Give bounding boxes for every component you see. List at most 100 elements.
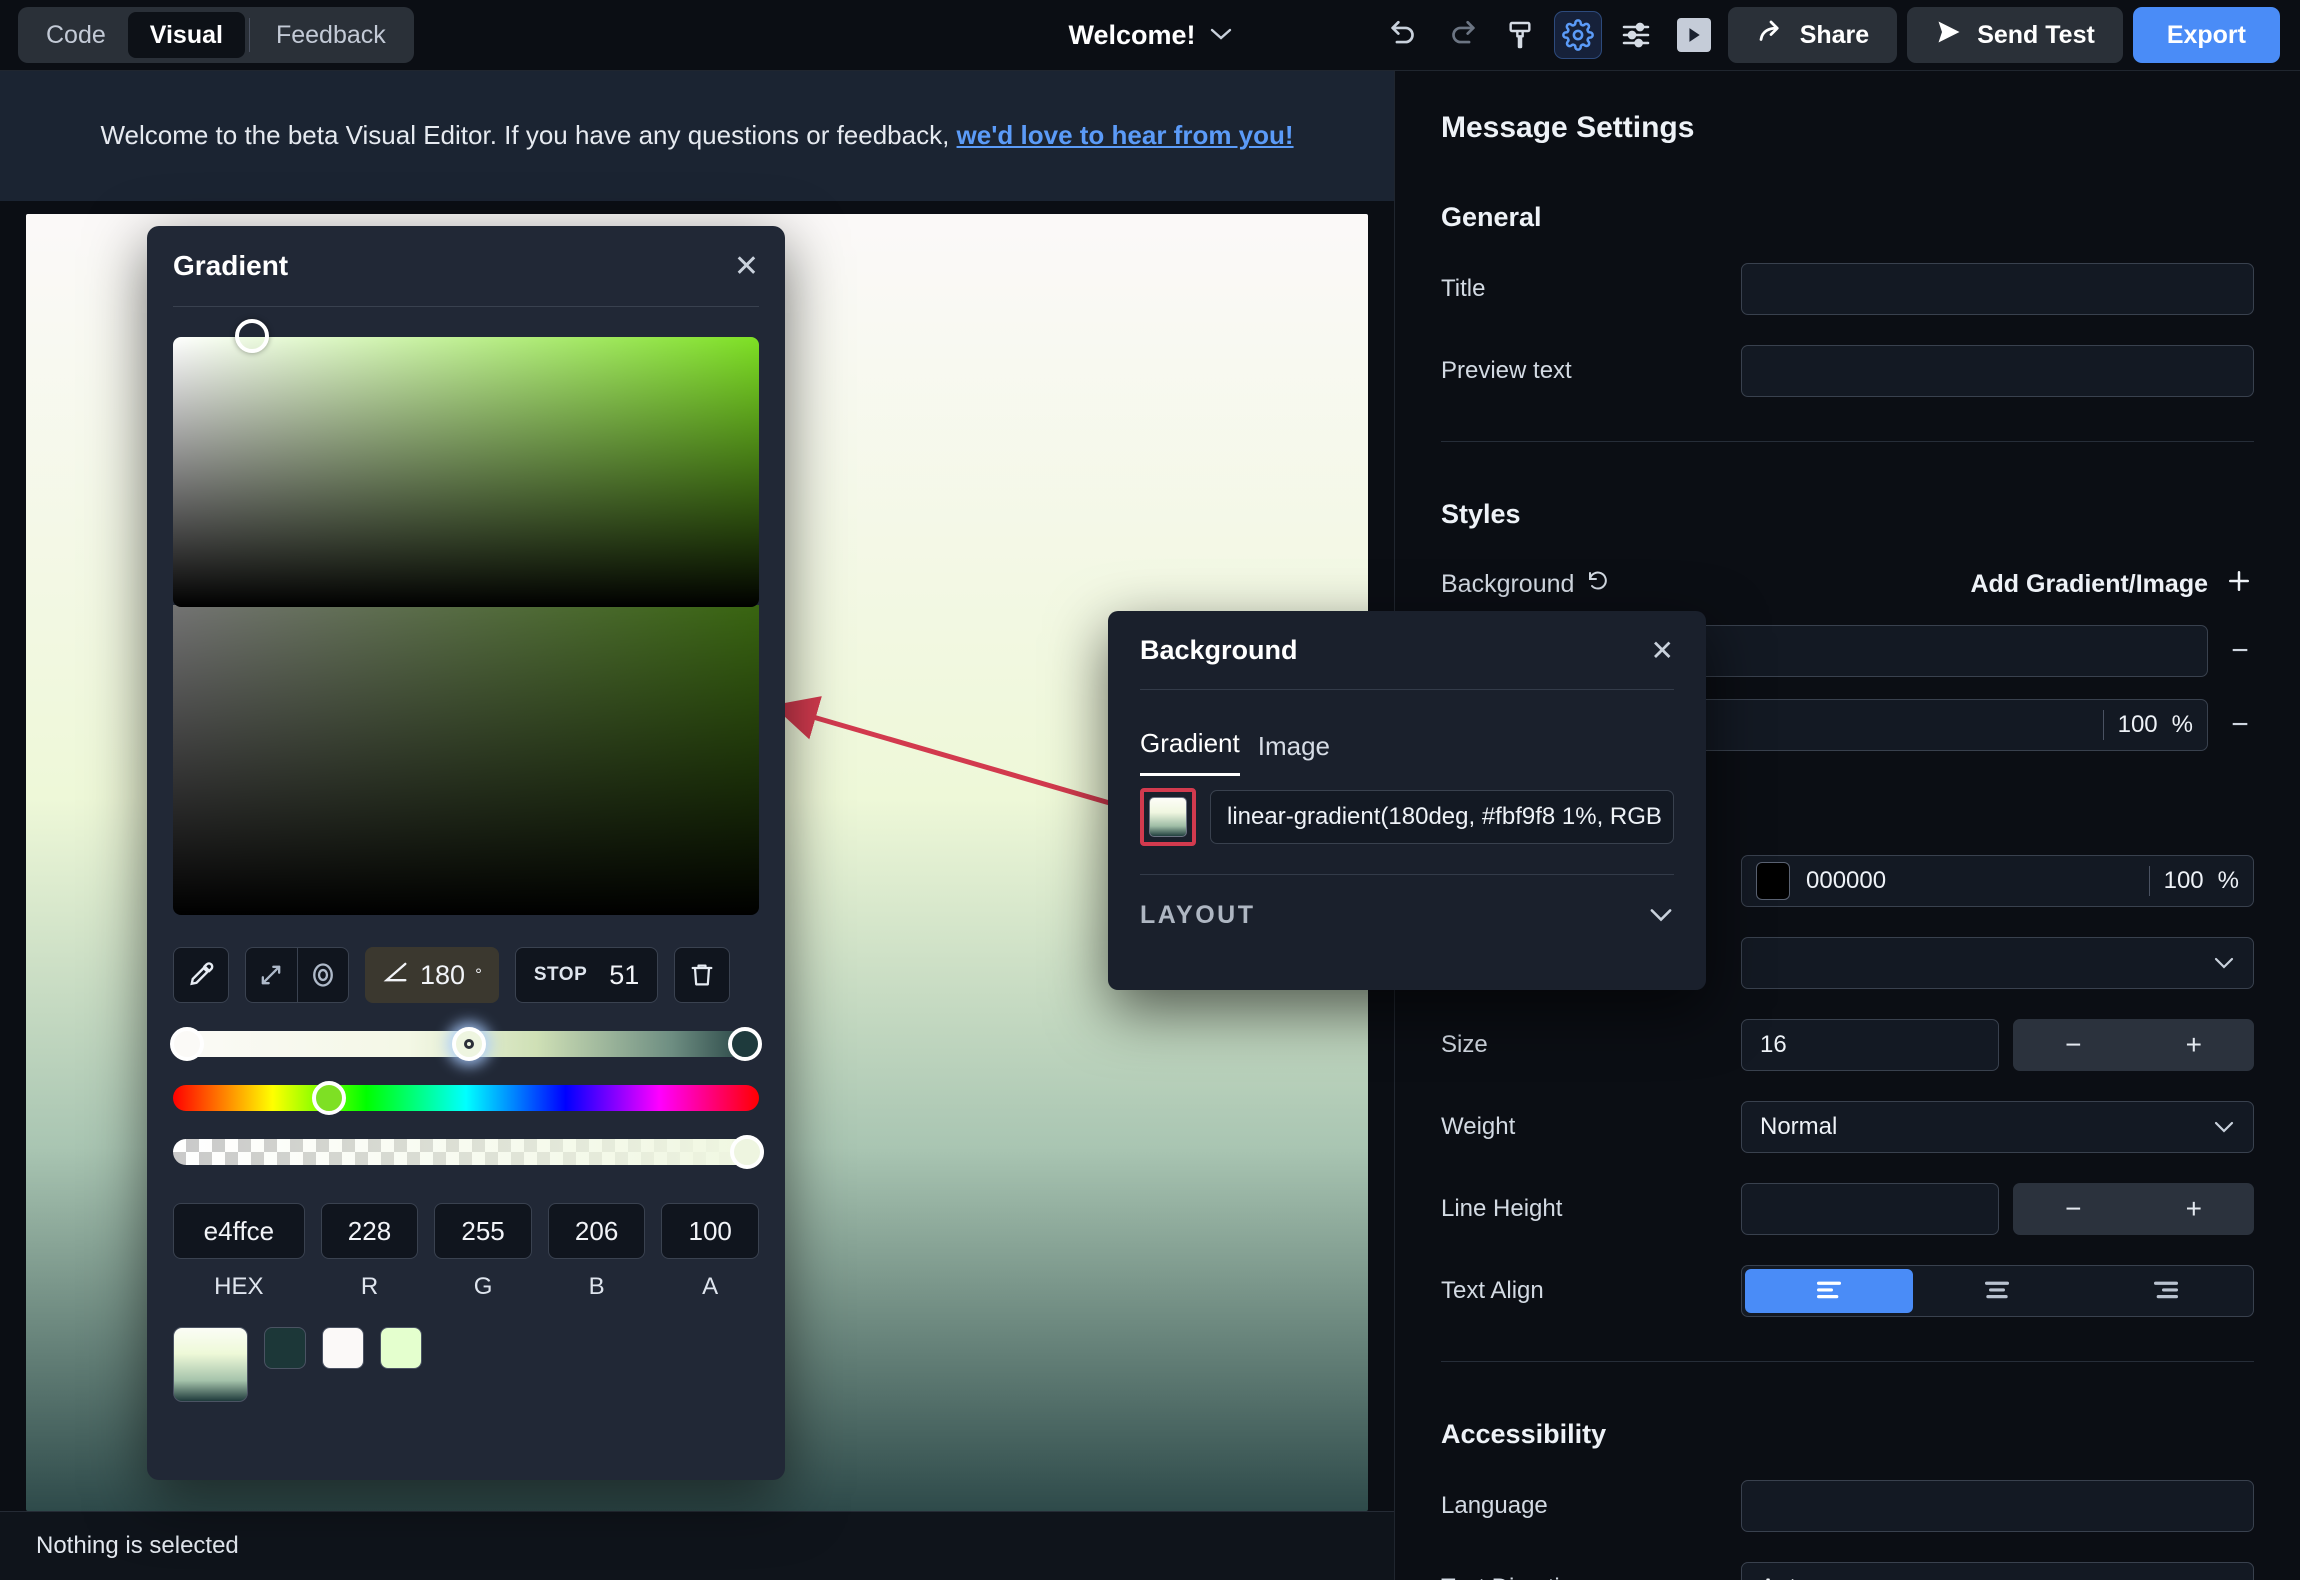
swatch-light-green[interactable] — [380, 1327, 422, 1369]
text-color-opacity-divider — [2148, 866, 2150, 896]
gear-icon[interactable] — [1553, 11, 1602, 59]
chevron-down-icon — [2213, 949, 2235, 977]
size-label: Size — [1441, 1031, 1488, 1058]
text-color-swatch[interactable] — [1756, 862, 1790, 900]
g-input[interactable]: 255 — [434, 1203, 532, 1259]
hue-slider-handle[interactable] — [312, 1081, 346, 1115]
brush-icon[interactable] — [1496, 11, 1544, 59]
tab-feedback[interactable]: Feedback — [254, 12, 408, 58]
panel-title: Message Settings — [1441, 111, 1695, 144]
r-input[interactable]: 228 — [320, 1203, 419, 1259]
saturation-value-picker-lower[interactable] — [173, 605, 759, 915]
row-text-align: Text Align — [1441, 1265, 2254, 1317]
gradient-swatch-button[interactable] — [1149, 797, 1187, 837]
eyedropper-icon[interactable] — [173, 947, 229, 1003]
weight-select[interactable]: Normal — [1741, 1101, 2254, 1153]
tab-image[interactable]: Image — [1258, 731, 1330, 776]
hex-field-wrap: e4ffce HEX — [173, 1203, 305, 1301]
text-direction-select[interactable]: Auto — [1741, 1562, 2254, 1580]
align-right-button[interactable] — [2082, 1269, 2250, 1313]
tab-feedback-label: Feedback — [275, 20, 386, 49]
tab-visual-label: Visual — [149, 20, 223, 49]
chevron-down-icon — [2213, 1113, 2235, 1141]
send-test-button[interactable]: Send Test — [1907, 7, 2123, 63]
text-color-chip[interactable]: 000000 100 % — [1741, 855, 2254, 907]
preview-icon[interactable] — [1670, 11, 1718, 59]
share-button[interactable]: Share — [1727, 7, 1898, 63]
gradient-stop-handle-start[interactable] — [170, 1027, 204, 1061]
align-center-button[interactable] — [1913, 1269, 2081, 1313]
gradient-stop-handle-end[interactable] — [728, 1027, 762, 1061]
line-height-input[interactable] — [1741, 1183, 1999, 1235]
sv-picker-handle[interactable] — [235, 319, 269, 353]
linear-gradient-icon[interactable] — [246, 948, 297, 1002]
swatch-gradient-preview[interactable] — [173, 1327, 248, 1402]
add-gradient-image-button[interactable]: Add Gradient/Image — [1970, 566, 2254, 603]
a-input[interactable]: 100 — [661, 1203, 759, 1259]
radial-gradient-icon[interactable] — [298, 948, 349, 1002]
gradient-angle-control[interactable]: 180 ° — [365, 947, 499, 1003]
stop-value[interactable]: 51 — [609, 960, 639, 991]
text-align-group — [1741, 1265, 2254, 1317]
document-title-dropdown[interactable]: Welcome! — [1068, 20, 1231, 51]
swatch-dark-teal[interactable] — [264, 1327, 306, 1369]
remove-gradient-layer-button[interactable]: − — [2226, 634, 2254, 668]
beta-banner: Welcome to the beta Visual Editor. If yo… — [0, 71, 1394, 201]
size-increment-button[interactable]: + — [2186, 1029, 2202, 1061]
b-caption: B — [588, 1273, 605, 1300]
line-height-decrement-button[interactable]: − — [2065, 1193, 2081, 1225]
text-direction-value: Auto — [1760, 1574, 1809, 1580]
gradient-type-toggle — [245, 947, 349, 1003]
gradient-angle-unit: ° — [475, 965, 482, 984]
sliders-icon[interactable] — [1612, 11, 1660, 59]
export-button[interactable]: Export — [2132, 7, 2280, 63]
font-family-select[interactable] — [1741, 937, 2254, 989]
b-input[interactable]: 206 — [547, 1203, 646, 1259]
saturation-value-picker[interactable] — [173, 319, 759, 607]
plus-icon — [2224, 566, 2254, 603]
size-input[interactable]: 16 — [1741, 1019, 1999, 1071]
title-input[interactable] — [1741, 263, 2254, 315]
background-label-wrap: Background — [1441, 569, 1610, 600]
close-icon[interactable]: ✕ — [734, 249, 759, 284]
background-label: Background — [1441, 570, 1575, 598]
hue-slider[interactable] — [173, 1081, 759, 1115]
trash-icon[interactable] — [674, 947, 731, 1003]
field-row-preview-text: Preview text — [1441, 345, 2254, 397]
gradient-stop-handle-middle[interactable] — [452, 1027, 486, 1061]
stop-label: STOP — [533, 964, 588, 985]
gradient-css-input[interactable]: linear-gradient(180deg, #fbf9f8 1%, RGB — [1210, 790, 1674, 844]
close-icon[interactable]: ✕ — [1651, 634, 1674, 667]
swatch-off-white[interactable] — [322, 1327, 364, 1369]
text-color-opacity-value[interactable]: 100 — [2164, 867, 2204, 895]
send-test-label: Send Test — [1977, 20, 2095, 49]
divider-styles — [1441, 1361, 2254, 1362]
align-left-button[interactable] — [1745, 1269, 1914, 1313]
tab-gradient[interactable]: Gradient — [1140, 728, 1240, 776]
reset-icon[interactable] — [1586, 569, 1610, 600]
gradient-stops-slider[interactable] — [170, 1027, 762, 1061]
preview-text-input[interactable] — [1741, 345, 2254, 397]
tab-visual[interactable]: Visual — [127, 12, 245, 58]
gradient-popup-header: Gradient ✕ — [173, 226, 759, 306]
undo-icon[interactable] — [1380, 11, 1428, 59]
banner-feedback-link[interactable]: we'd love to hear from you! — [957, 120, 1294, 150]
language-input[interactable] — [1741, 1480, 2254, 1532]
layout-accordion[interactable]: LAYOUT — [1140, 874, 1674, 930]
redo-icon[interactable] — [1438, 11, 1486, 59]
text-align-label: Text Align — [1441, 1277, 1544, 1304]
size-stepper: 16 − + — [1741, 1019, 2254, 1071]
weight-label: Weight — [1441, 1113, 1516, 1140]
remove-fbf9f8-layer-button[interactable]: − — [2226, 708, 2254, 742]
tab-code[interactable]: Code — [24, 12, 128, 58]
angle-icon — [382, 958, 410, 993]
gradient-stop-control[interactable]: STOP 51 — [514, 947, 659, 1003]
layer-fbf9f8-opacity-value[interactable]: 100 — [2118, 711, 2158, 739]
alpha-slider-handle[interactable] — [730, 1135, 764, 1169]
line-height-increment-button[interactable]: + — [2186, 1193, 2202, 1225]
alpha-slider[interactable] — [173, 1135, 764, 1169]
hex-input[interactable]: e4ffce — [173, 1203, 305, 1259]
title-label: Title — [1441, 275, 1486, 302]
size-decrement-button[interactable]: − — [2065, 1029, 2081, 1061]
layout-label: LAYOUT — [1140, 901, 1256, 929]
